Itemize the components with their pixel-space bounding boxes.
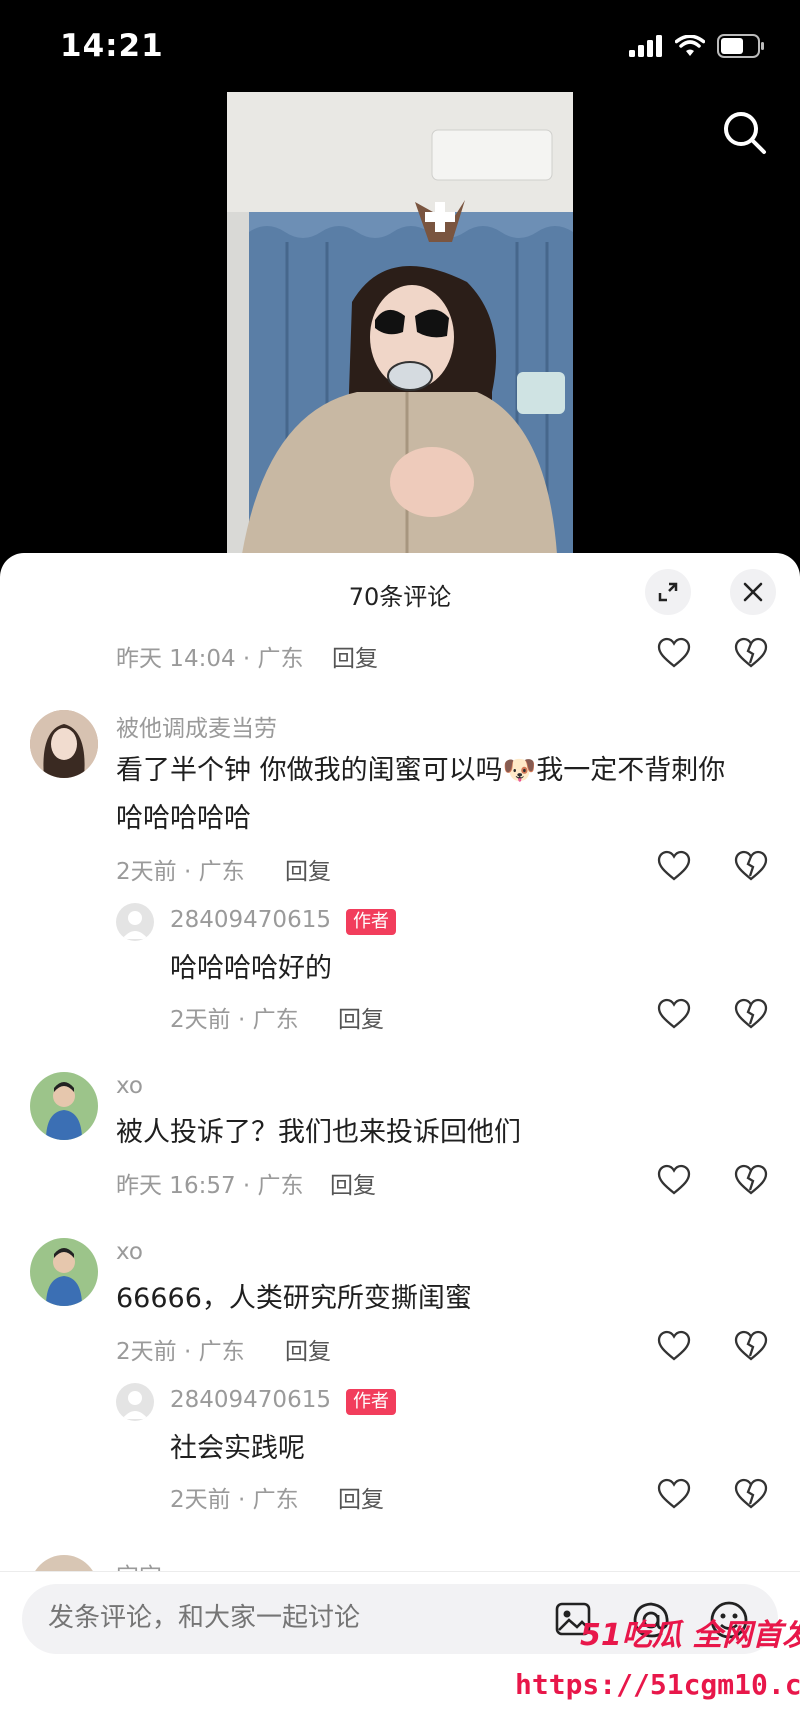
- comment-meta: 2天前 · 广东: [170, 1487, 299, 1513]
- avatar[interactable]: [116, 903, 154, 941]
- heart-icon[interactable]: [657, 637, 691, 669]
- author-badge: 作者: [346, 1389, 396, 1415]
- video-thumbnail[interactable]: [227, 92, 573, 554]
- comment-text: 被人投诉了？我们也来投诉回他们: [116, 1117, 521, 1148]
- dislike-icon[interactable]: [734, 1164, 768, 1196]
- comment-text-part: 看了半个钟 你做我的闺蜜可以吗: [116, 755, 503, 786]
- comment-username[interactable]: 28409470615: [170, 907, 331, 933]
- dislike-icon[interactable]: [734, 850, 768, 882]
- comment-text: 哈哈哈哈好的: [170, 953, 332, 984]
- close-icon: [743, 582, 763, 602]
- heart-icon[interactable]: [657, 1478, 691, 1510]
- comment-meta: 昨天 14:04 · 广东: [116, 646, 304, 672]
- close-button[interactable]: [730, 569, 776, 615]
- expand-icon: [658, 582, 678, 602]
- comment-text: 哈哈哈哈哈: [116, 803, 251, 834]
- watermark-title: 51吃瓜 全网首发: [580, 1618, 800, 1653]
- comment-username[interactable]: xo: [116, 1073, 143, 1099]
- reply-button[interactable]: 回复: [338, 1480, 384, 1514]
- author-badge: 作者: [346, 909, 396, 935]
- expand-button[interactable]: [645, 569, 691, 615]
- reply-button[interactable]: 回复: [285, 852, 331, 886]
- comment-meta: 2天前 · 广东: [170, 1007, 299, 1033]
- dislike-icon[interactable]: [734, 1330, 768, 1362]
- dislike-icon[interactable]: [734, 998, 768, 1030]
- comment-username[interactable]: 被他调成麦当劳: [116, 709, 277, 743]
- status-time: 14:21: [60, 28, 164, 64]
- reply-button[interactable]: 回复: [332, 639, 378, 673]
- comment-username[interactable]: xo: [116, 1239, 143, 1265]
- video-frame: [227, 92, 573, 554]
- comment-meta: 2天前 · 广东: [116, 1339, 245, 1365]
- watermark-url: https://51cgm10.com: [515, 1668, 800, 1701]
- dog-emoji: 🐶: [502, 755, 537, 786]
- search-button[interactable]: [722, 110, 768, 160]
- comment-meta: 昨天 16:57 · 广东: [116, 1173, 304, 1199]
- heart-icon[interactable]: [657, 1330, 691, 1362]
- reply-button[interactable]: 回复: [285, 1332, 331, 1366]
- signal-icon: [629, 35, 662, 57]
- comment-text-part: 我一定不背刺你: [536, 755, 726, 786]
- comment-username[interactable]: 28409470615: [170, 1387, 331, 1413]
- search-icon: [724, 112, 766, 154]
- heart-icon[interactable]: [657, 850, 691, 882]
- avatar[interactable]: [116, 1383, 154, 1421]
- comment-text: 66666，人类研究所变撕闺蜜: [116, 1283, 472, 1314]
- battery-icon: [717, 34, 764, 58]
- avatar[interactable]: [30, 1072, 98, 1140]
- reply-button[interactable]: 回复: [330, 1166, 376, 1200]
- comment-sheet: 70条评论 昨天 14:04 · 广东 回复 被他调成麦当劳 看了半个钟 你做我…: [0, 553, 800, 1731]
- heart-icon[interactable]: [657, 1164, 691, 1196]
- comment-input[interactable]: [46, 1602, 470, 1634]
- wifi-icon: [675, 35, 705, 56]
- comment-meta: 2天前 · 广东: [116, 859, 245, 885]
- avatar[interactable]: [30, 1238, 98, 1306]
- status-bar: 14:21: [0, 0, 800, 100]
- comment-text: 社会实践呢: [170, 1433, 305, 1464]
- heart-icon[interactable]: [657, 998, 691, 1030]
- reply-button[interactable]: 回复: [338, 1000, 384, 1034]
- dislike-icon[interactable]: [734, 637, 768, 669]
- dislike-icon[interactable]: [734, 1478, 768, 1510]
- avatar[interactable]: [30, 710, 98, 778]
- comment-text: 看了半个钟 你做我的闺蜜可以吗🐶我一定不背刺你: [116, 747, 766, 795]
